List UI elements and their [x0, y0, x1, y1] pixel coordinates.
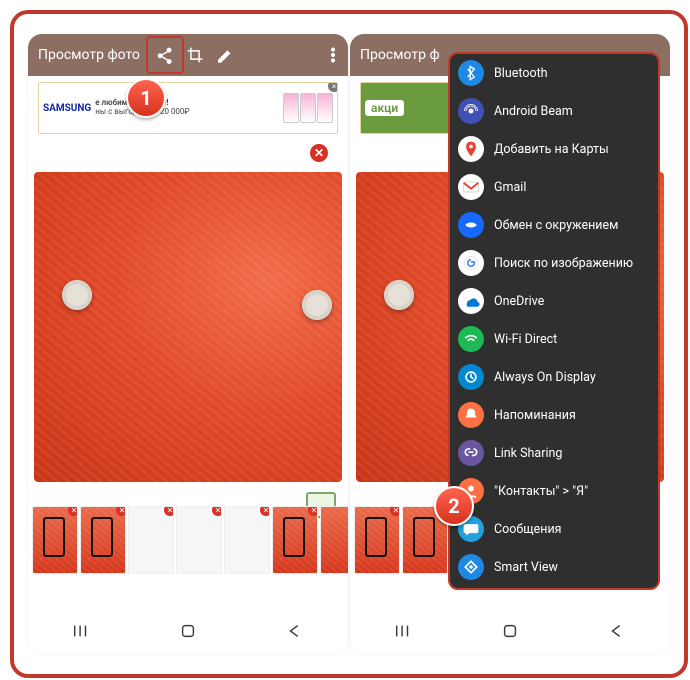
more-icon[interactable] [318, 34, 348, 76]
share-option-label: Always On Display [494, 370, 596, 385]
delete-icon[interactable]: ✕ [390, 506, 400, 516]
ad-text: е любимым Galaxy! ны с выгодой до 20 000… [95, 99, 283, 117]
share-option-contacts-me[interactable]: "Контакты" > "Я" [450, 472, 658, 510]
share-option-smart-view[interactable]: Smart View [450, 548, 658, 586]
ad-label: акци [365, 100, 404, 116]
share-option-aod[interactable]: Always On Display [450, 358, 658, 396]
share-option-nearby-share[interactable]: Обмен с окружением [450, 206, 658, 244]
ad-thumbs [283, 93, 333, 123]
google-lens-icon [458, 250, 484, 276]
share-option-label: Bluetooth [494, 66, 548, 81]
thumbnail[interactable]: ✕ [80, 506, 126, 574]
share-option-label: Android Beam [494, 104, 573, 119]
smart-view-icon [458, 554, 484, 580]
share-option-label: Добавить на Карты [494, 142, 609, 157]
camera-knob [302, 290, 332, 320]
link-sharing-icon [458, 440, 484, 466]
maps-add-icon [458, 136, 484, 162]
thumbnail[interactable]: ✕ [32, 506, 78, 574]
thumbnail[interactable]: ✕ [176, 506, 222, 574]
nav-back[interactable] [286, 622, 304, 644]
edit-icon[interactable] [210, 34, 240, 76]
gmail-icon [458, 174, 484, 200]
crop-icon[interactable] [180, 34, 210, 76]
thumbnail[interactable]: ✕ [354, 506, 400, 574]
phone-left: Просмотр фото SAMSUNG е любимым Galaxy! … [28, 34, 348, 654]
nav-back[interactable] [608, 622, 626, 644]
share-option-google-lens[interactable]: Поиск по изображению [450, 244, 658, 282]
share-option-maps-add[interactable]: Добавить на Карты [450, 130, 658, 168]
share-option-label: Напоминания [494, 408, 576, 423]
phone-right: Просмотр ф акци 18+ АО «Тинькофф Банк» ✕… [350, 34, 670, 654]
share-option-messages[interactable]: Сообщения [450, 510, 658, 548]
camera-knob [384, 280, 414, 310]
android-beam-icon [458, 98, 484, 124]
delete-icon[interactable]: ✕ [116, 506, 126, 516]
bluetooth-icon [458, 60, 484, 86]
delete-icon[interactable]: ✕ [212, 506, 222, 516]
share-sheet: Bluetooth Android Beam Добавить на Карты Gm… [448, 52, 660, 590]
share-option-label: Сообщения [494, 522, 562, 537]
delete-icon[interactable]: ✕ [308, 506, 318, 516]
tutorial-frame: Просмотр фото SAMSUNG е любимым Galaxy! … [10, 10, 688, 678]
share-option-label: Wi-Fi Direct [494, 332, 557, 347]
reminders-icon [458, 402, 484, 428]
system-nav [28, 612, 348, 654]
nav-home[interactable] [501, 622, 519, 644]
share-option-android-beam[interactable]: Android Beam [450, 92, 658, 130]
ad-close-icon[interactable]: × [328, 82, 338, 92]
nav-recents[interactable] [72, 622, 90, 644]
aod-icon [458, 364, 484, 390]
share-option-link-sharing[interactable]: Link Sharing [450, 434, 658, 472]
share-option-bluetooth[interactable]: Bluetooth [450, 54, 658, 92]
share-option-label: Gmail [494, 180, 526, 195]
toolbar: Просмотр фото [28, 34, 348, 76]
share-option-label: OneDrive [494, 294, 544, 309]
thumbnail[interactable]: ✕ [320, 506, 348, 574]
thumbnail[interactable]: ✕ [224, 506, 270, 574]
delete-icon[interactable]: ✕ [164, 506, 174, 516]
share-option-label: Link Sharing [494, 446, 562, 461]
nearby-share-icon [458, 212, 484, 238]
system-nav [350, 612, 670, 654]
share-option-label: Поиск по изображению [494, 256, 633, 271]
share-icon[interactable] [150, 34, 180, 76]
close-icon[interactable]: ✕ [310, 144, 328, 162]
share-option-gmail[interactable]: Gmail [450, 168, 658, 206]
step-badge-1: 1 [126, 78, 166, 118]
photo-view[interactable] [34, 172, 342, 482]
thumbnail[interactable]: ✕ [272, 506, 318, 574]
share-option-onedrive[interactable]: OneDrive [450, 282, 658, 320]
share-option-wifi-direct[interactable]: Wi-Fi Direct [450, 320, 658, 358]
ad-brand: SAMSUNG [43, 103, 91, 114]
step-badge-2: 2 [434, 486, 474, 526]
share-option-reminders[interactable]: Напоминания [450, 396, 658, 434]
onedrive-icon [458, 288, 484, 314]
nav-recents[interactable] [394, 622, 412, 644]
delete-icon[interactable]: ✕ [260, 506, 270, 516]
toolbar-title: Просмотр фото [28, 47, 150, 63]
wifi-direct-icon [458, 326, 484, 352]
thumbnail-strip[interactable]: ✕✕✕✕✕✕✕ [32, 506, 344, 574]
share-option-label: Обмен с окружением [494, 218, 618, 233]
camera-knob [62, 280, 92, 310]
thumbnail[interactable]: ✕ [128, 506, 174, 574]
ad-banner[interactable]: SAMSUNG е любимым Galaxy! ны с выгодой д… [38, 82, 338, 134]
toolbar-title: Просмотр ф [350, 47, 450, 63]
share-highlight [146, 36, 184, 74]
nav-home[interactable] [179, 622, 197, 644]
share-option-label: "Контакты" > "Я" [494, 484, 588, 499]
delete-icon[interactable]: ✕ [68, 506, 78, 516]
share-option-label: Smart View [494, 560, 558, 575]
